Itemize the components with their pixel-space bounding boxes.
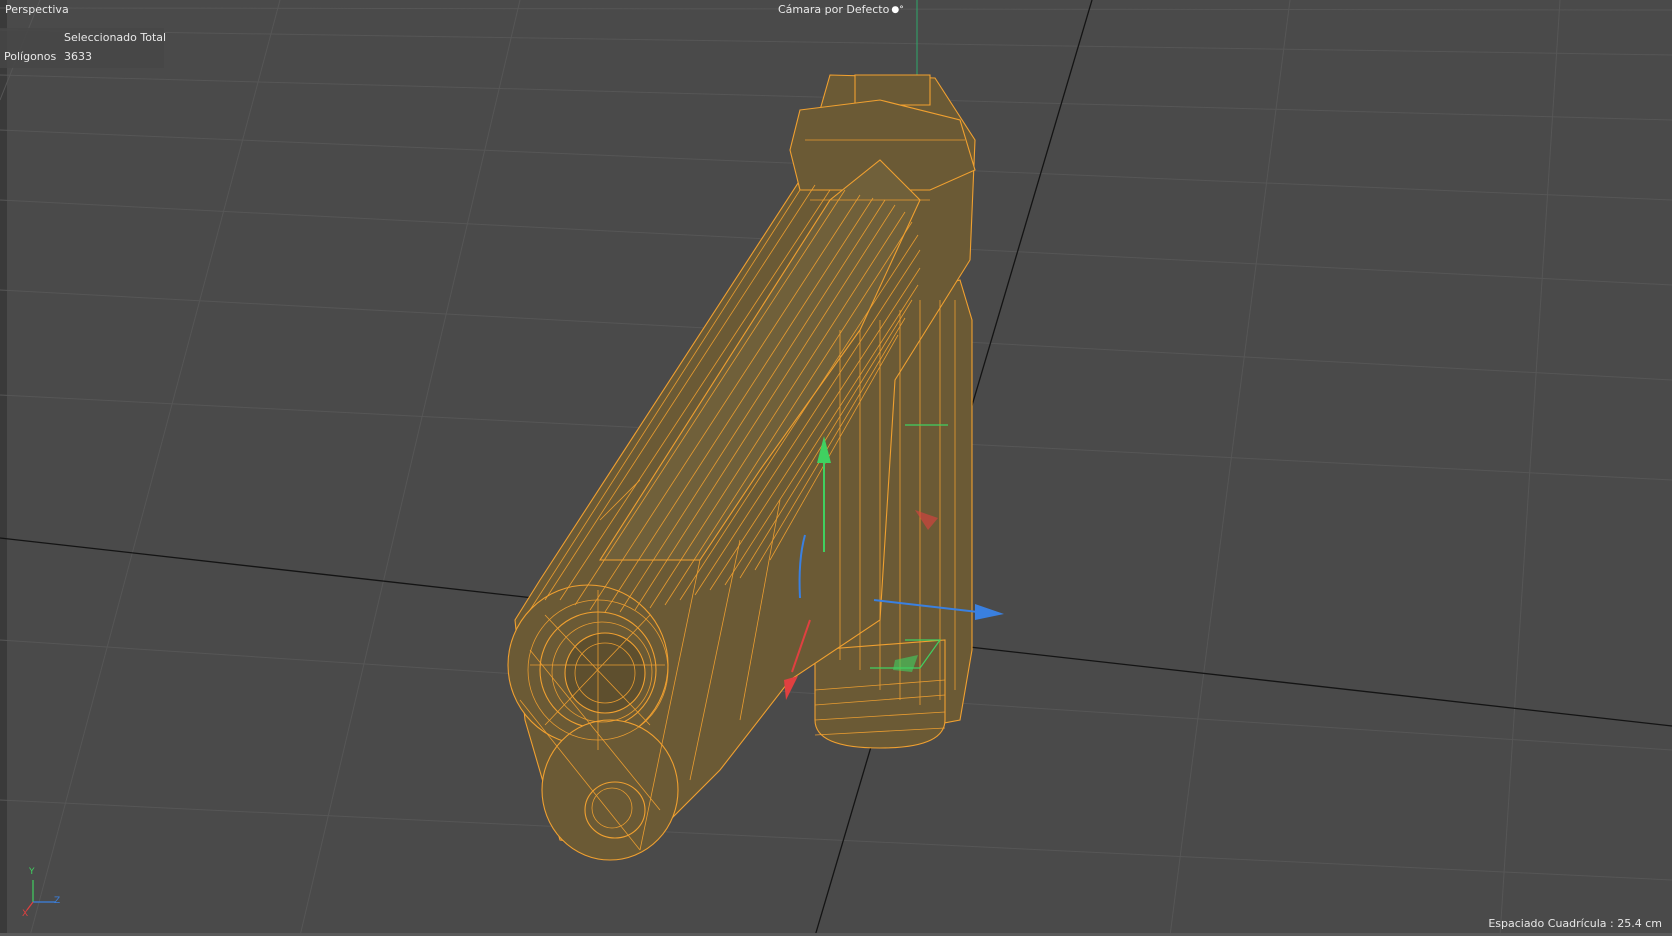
3d-viewport[interactable]: Perspectiva Cámara por Defecto ●° Selecci… (0, 0, 1672, 936)
axis-z-label: Z (54, 896, 61, 906)
grid-spacing-label: Espaciado Cuadrícula : 25.4 cm (1488, 917, 1662, 930)
axis-y-label: Y (29, 867, 35, 877)
camera-selector[interactable]: Cámara por Defecto ●° (778, 3, 904, 17)
stats-polygons-value: 3633 (64, 50, 92, 63)
stats-polygons-label: Polígonos (4, 50, 57, 63)
gizmo-x-arrow[interactable] (784, 676, 798, 700)
hud-stats-panel: Seleccionado Total Polígonos 3633 (0, 28, 167, 68)
viewport-scene[interactable] (0, 0, 1672, 936)
eye-icon: ●° (891, 5, 904, 15)
gun-mesh[interactable] (507, 74, 976, 861)
stats-header: Seleccionado Total (64, 31, 167, 44)
view-name-label[interactable]: Perspectiva (5, 3, 69, 17)
axis-x-label: X (22, 909, 29, 919)
gizmo-z-arrow[interactable] (975, 604, 1004, 620)
camera-name-label: Cámara por Defecto (778, 3, 890, 16)
